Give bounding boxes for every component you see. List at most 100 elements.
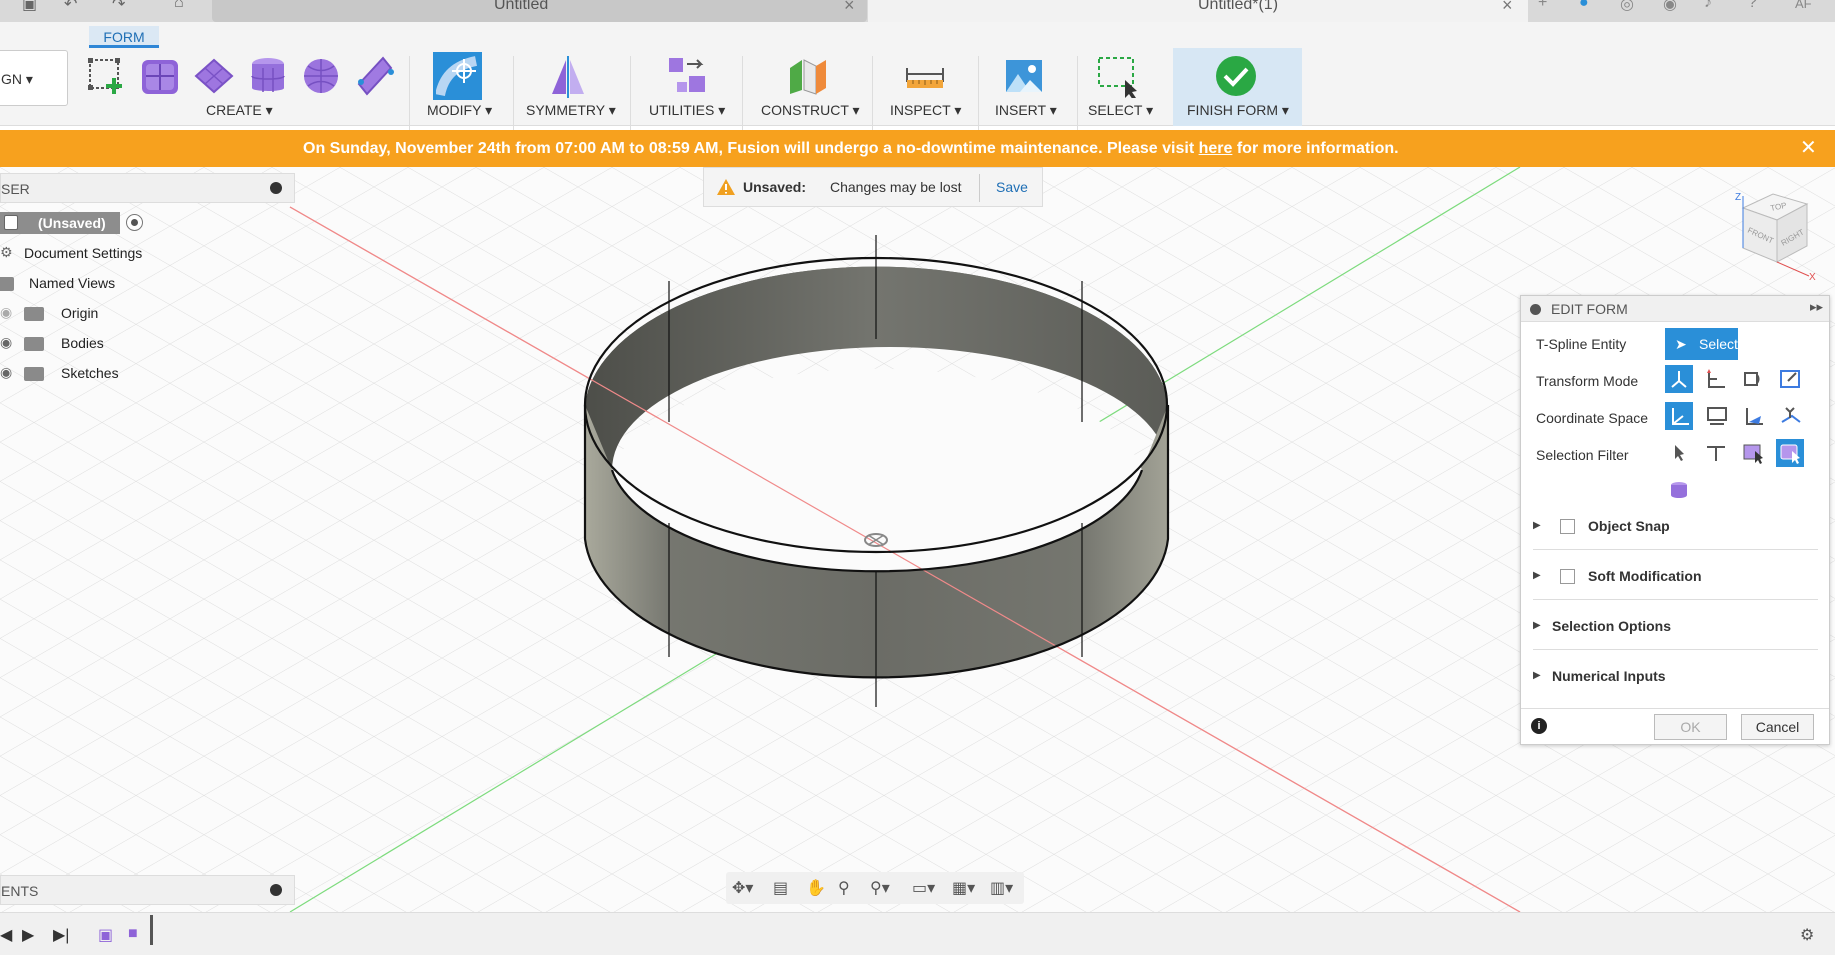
construct-menu[interactable]: CONSTRUCT ▾ bbox=[761, 102, 860, 119]
tree-root[interactable]: (Unsaved) bbox=[0, 212, 155, 234]
step-forward-icon[interactable]: ▶ bbox=[22, 925, 34, 945]
soft-modification-checkbox[interactable] bbox=[1560, 569, 1575, 584]
tab-form[interactable]: FORM bbox=[89, 26, 159, 48]
utilities-icon[interactable] bbox=[665, 54, 709, 98]
rotate-icon[interactable] bbox=[1739, 365, 1767, 393]
cancel-button[interactable]: Cancel bbox=[1741, 714, 1814, 740]
save-icon[interactable]: ▣ bbox=[22, 0, 37, 14]
zoom-icon[interactable]: ⚲ bbox=[838, 878, 850, 898]
comments-panel-header[interactable]: ENTS bbox=[0, 875, 295, 905]
end-icon[interactable]: ▶| bbox=[53, 925, 69, 945]
expand-panel-icon[interactable]: ▸▸ bbox=[1810, 299, 1823, 315]
new-tab-icon[interactable]: + bbox=[1538, 0, 1547, 12]
all-filter-icon[interactable] bbox=[1665, 476, 1693, 504]
divider bbox=[630, 56, 631, 136]
select-menu[interactable]: SELECT ▾ bbox=[1088, 102, 1153, 119]
edit-form-header[interactable]: EDIT FORM ▸▸ bbox=[1521, 296, 1829, 322]
insert-menu[interactable]: INSERT ▾ bbox=[995, 102, 1057, 119]
insert-label: INSERT bbox=[995, 102, 1046, 118]
grid-settings-icon[interactable]: ▦▾ bbox=[952, 878, 975, 898]
display-settings-icon[interactable]: ▭▾ bbox=[912, 878, 935, 898]
numerical-inputs-section[interactable]: ▶ Numerical Inputs bbox=[1533, 656, 1818, 700]
select-icon[interactable] bbox=[1095, 54, 1139, 98]
plane-icon[interactable] bbox=[192, 54, 236, 98]
redo-icon[interactable]: ↷ bbox=[112, 0, 125, 14]
inspect-menu[interactable]: INSPECT ▾ bbox=[890, 102, 961, 119]
vertex-filter-icon[interactable] bbox=[1665, 439, 1693, 467]
collapse-panel-icon[interactable] bbox=[1530, 304, 1541, 315]
close-banner-icon[interactable]: ✕ bbox=[1800, 130, 1817, 167]
select-entity-button[interactable]: ➤ Select bbox=[1665, 328, 1738, 360]
orbit-icon[interactable]: ✥▾ bbox=[732, 878, 753, 898]
undo-icon[interactable]: ↶ bbox=[64, 0, 77, 14]
select-button-label: Select bbox=[1699, 336, 1738, 352]
banner-prefix: On Sunday, November 24th from 07:00 AM t… bbox=[303, 140, 1199, 157]
workspace-switcher[interactable]: GN ▾ bbox=[0, 50, 68, 106]
online-icon[interactable]: ◉ bbox=[1663, 0, 1677, 14]
selection-options-section[interactable]: ▶ Selection Options bbox=[1533, 606, 1818, 650]
insert-image-icon[interactable] bbox=[1002, 54, 1046, 98]
pan-icon[interactable]: ✋ bbox=[806, 878, 826, 898]
visibility-icon[interactable]: ◉ bbox=[0, 334, 12, 351]
object-snap-section[interactable]: ▶ Object Snap bbox=[1533, 506, 1818, 550]
finish-form-label: FINISH FORM bbox=[1187, 102, 1278, 118]
notifications-icon[interactable]: ♪ bbox=[1704, 0, 1712, 12]
create-sketch-icon[interactable] bbox=[84, 54, 128, 98]
soft-modification-section[interactable]: ▶ Soft Modification bbox=[1533, 556, 1818, 600]
timeline-settings-icon[interactable]: ⚙ bbox=[1800, 925, 1814, 945]
banner-link[interactable]: here bbox=[1199, 140, 1233, 157]
per-face-space-icon[interactable] bbox=[1776, 402, 1804, 430]
visibility-icon[interactable]: ◉ bbox=[0, 364, 12, 381]
avatar[interactable]: AF bbox=[1795, 0, 1812, 11]
local-space-icon[interactable] bbox=[1739, 402, 1767, 430]
cylinder-icon[interactable] bbox=[246, 54, 290, 98]
construct-icon[interactable] bbox=[786, 54, 830, 98]
sketch-feature-icon[interactable]: ▣ bbox=[98, 925, 113, 945]
look-at-icon[interactable]: ▤ bbox=[773, 878, 788, 898]
box-icon[interactable] bbox=[138, 54, 182, 98]
ok-button[interactable]: OK bbox=[1654, 714, 1727, 740]
sphere-icon[interactable] bbox=[299, 54, 343, 98]
translate-icon[interactable] bbox=[1702, 365, 1730, 393]
axis-z-label: Z bbox=[1735, 192, 1741, 203]
face-filter-icon[interactable] bbox=[1739, 439, 1767, 467]
extensions-icon[interactable]: ● bbox=[1579, 0, 1589, 12]
help-icon[interactable]: ? bbox=[1748, 0, 1757, 12]
home-icon[interactable]: ⌂ bbox=[174, 0, 184, 14]
save-link[interactable]: Save bbox=[996, 179, 1028, 195]
activate-icon[interactable] bbox=[126, 214, 143, 231]
close-tab-icon[interactable]: × bbox=[844, 0, 855, 16]
scale-icon[interactable] bbox=[1776, 365, 1804, 393]
body-filter-icon[interactable] bbox=[1776, 439, 1804, 467]
transform-mode-label: Transform Mode bbox=[1536, 373, 1639, 389]
tab-untitled[interactable]: Untitled × bbox=[212, 0, 867, 22]
browser-panel-header[interactable]: SER bbox=[0, 173, 295, 203]
viewcube[interactable]: TOP FRONT RIGHT Z X bbox=[1727, 190, 1827, 280]
world-space-icon[interactable] bbox=[1665, 402, 1693, 430]
create-menu[interactable]: CREATE ▾ bbox=[206, 102, 273, 119]
tab-untitled-1[interactable]: Untitled*(1) × bbox=[868, 0, 1528, 22]
modify-menu[interactable]: MODIFY ▾ bbox=[427, 102, 492, 119]
measure-icon[interactable] bbox=[903, 54, 947, 98]
multi-transform-icon[interactable] bbox=[1665, 365, 1693, 393]
visibility-icon[interactable]: ◉ bbox=[0, 304, 12, 321]
job-status-icon[interactable]: ◎ bbox=[1620, 0, 1634, 14]
collapse-browser-icon[interactable] bbox=[270, 182, 282, 194]
edge-filter-icon[interactable] bbox=[1702, 439, 1730, 467]
viewports-icon[interactable]: ▥▾ bbox=[990, 878, 1013, 898]
fit-icon[interactable]: ⚲▾ bbox=[870, 878, 890, 898]
form-feature-icon[interactable]: ■ bbox=[128, 925, 138, 943]
utilities-menu[interactable]: UTILITIES ▾ bbox=[649, 102, 725, 119]
expand-comments-icon[interactable] bbox=[270, 884, 282, 896]
view-space-icon[interactable] bbox=[1702, 402, 1730, 430]
close-tab-icon[interactable]: × bbox=[1502, 0, 1513, 16]
quadball-icon[interactable] bbox=[353, 54, 397, 98]
play-icon[interactable]: ◀ bbox=[0, 925, 12, 945]
finish-form-menu[interactable]: FINISH FORM ▾ bbox=[1187, 102, 1289, 119]
tree-root-label: (Unsaved) bbox=[38, 215, 106, 231]
timeline-marker[interactable] bbox=[150, 915, 153, 945]
info-icon[interactable]: i bbox=[1531, 718, 1547, 734]
symmetry-menu[interactable]: SYMMETRY ▾ bbox=[526, 102, 616, 119]
object-snap-checkbox[interactable] bbox=[1560, 519, 1575, 534]
symmetry-icon[interactable] bbox=[546, 54, 590, 98]
